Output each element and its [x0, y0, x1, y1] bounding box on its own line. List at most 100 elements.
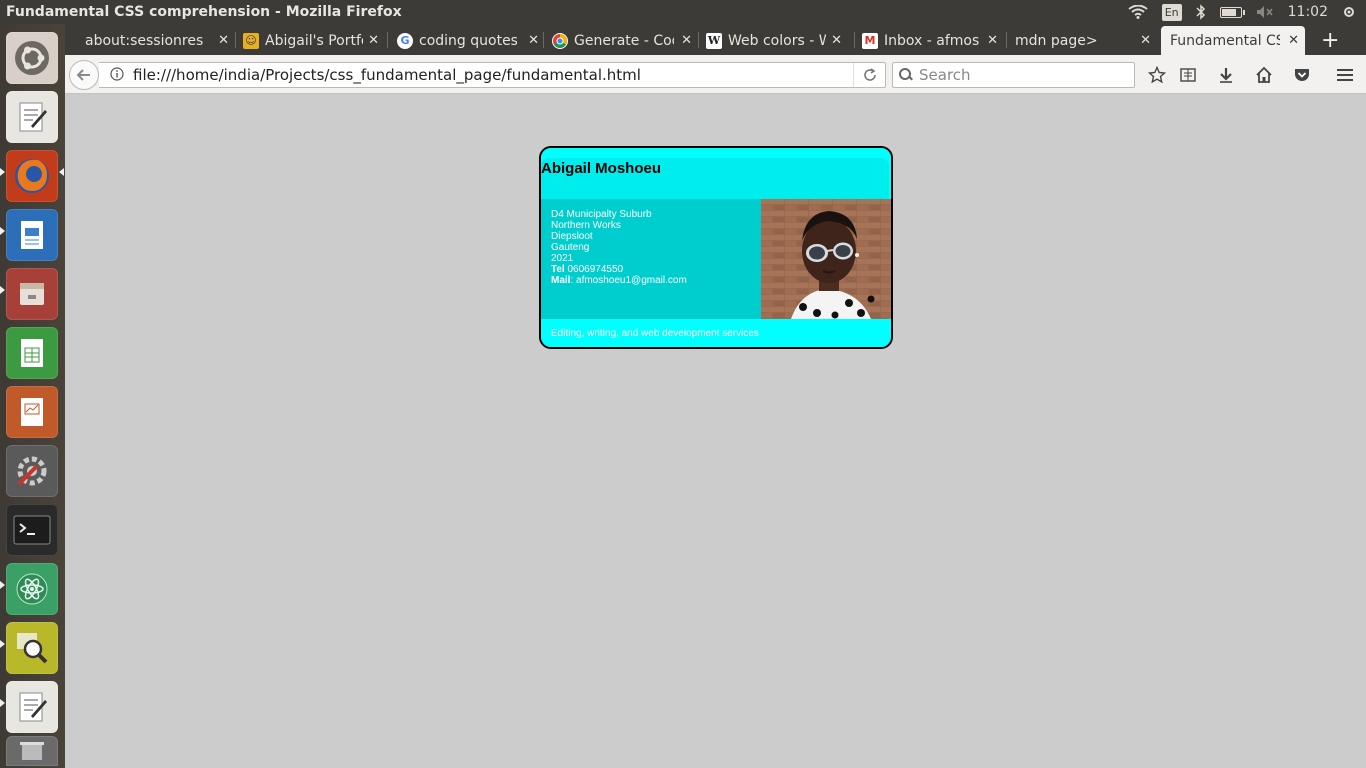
- top-panel: Fundamental CSS comprehension - Mozilla …: [0, 0, 1366, 24]
- close-icon[interactable]: ✕: [528, 33, 539, 48]
- address-line: Gauteng: [551, 242, 590, 253]
- file-manager-icon[interactable]: [6, 268, 58, 320]
- address-url: file:///home/india/Projects/css_fundamen…: [133, 66, 641, 84]
- running-indicator: [0, 581, 5, 589]
- trash-icon[interactable]: [6, 736, 58, 766]
- tab-title: Generate - Code: [574, 32, 674, 49]
- text-editor-icon[interactable]: [6, 681, 58, 733]
- bluetooth-icon[interactable]: [1196, 4, 1206, 20]
- battery-fill: [1221, 8, 1237, 16]
- running-indicator: [0, 227, 5, 235]
- wikipedia-icon: W: [706, 32, 722, 49]
- profile-photo: [761, 199, 891, 319]
- tab-inbox[interactable]: M Inbox - afmoshoeu ✕: [862, 26, 1004, 55]
- system-indicators: En 11:02: [1128, 0, 1356, 24]
- address-line: Diepsloot: [551, 231, 593, 242]
- mail-value: afmoshoeu1@gmail.com: [576, 275, 687, 286]
- mail-label: Mail: [551, 275, 571, 286]
- search-placeholder: Search: [919, 66, 971, 84]
- new-tab-button[interactable]: +: [1321, 28, 1339, 53]
- gear-icon[interactable]: [1342, 5, 1356, 19]
- back-button[interactable]: [69, 60, 99, 90]
- portfolio-icon: ☺: [243, 32, 259, 49]
- tab-generate-code[interactable]: Generate - Code ✕: [552, 26, 698, 55]
- tab-separator: [235, 32, 236, 48]
- tab-title: Inbox - afmoshoeu: [884, 32, 980, 49]
- libreoffice-calc-icon[interactable]: [6, 327, 58, 379]
- navigation-toolbar: file:///home/india/Projects/css_fundamen…: [65, 55, 1366, 94]
- close-icon[interactable]: ✕: [681, 33, 692, 48]
- window-title: Fundamental CSS comprehension - Mozilla …: [6, 4, 402, 20]
- address-bar[interactable]: file:///home/india/Projects/css_fundamen…: [99, 62, 886, 88]
- tab-portfolio[interactable]: ☺ Abigail's Portfolio ✕: [243, 26, 385, 55]
- bookmark-star-icon[interactable]: [1147, 65, 1167, 85]
- menu-icon[interactable]: [1335, 65, 1355, 85]
- tab-title: mdn page>: [1015, 32, 1098, 49]
- focused-indicator: [59, 168, 64, 176]
- pocket-icon[interactable]: [1292, 65, 1312, 85]
- tab-title: Fundamental CSS comprehension: [1170, 32, 1280, 49]
- tel-label: Tel: [551, 264, 565, 275]
- card-address: D4 Municipalty Suburb Northern Works Die…: [551, 209, 687, 286]
- tab-title: Abigail's Portfolio: [265, 32, 363, 49]
- card-name: Abigail Moshoeu: [541, 160, 661, 177]
- running-indicator: [0, 286, 5, 294]
- keyboard-layout-indicator[interactable]: En: [1161, 3, 1182, 21]
- firefox-icon[interactable]: [6, 150, 58, 202]
- reading-list-icon[interactable]: [1178, 65, 1198, 85]
- card-tagline: Editing, writing, and web development se…: [551, 328, 759, 339]
- reload-icon[interactable]: [853, 63, 885, 87]
- card-footer: Editing, writing, and web development se…: [541, 319, 891, 347]
- address-line: D4 Municipalty Suburb: [551, 209, 652, 220]
- tab-fundamental-css[interactable]: Fundamental CSS comprehension ✕: [1161, 26, 1305, 55]
- wifi-icon[interactable]: [1128, 5, 1148, 19]
- tab-bar: about:sessionrestore ✕ ☺ Abigail's Portf…: [65, 24, 1366, 55]
- google-icon: G: [397, 32, 413, 49]
- gmail-icon: M: [862, 32, 878, 49]
- close-icon[interactable]: ✕: [1288, 33, 1299, 48]
- running-indicator: [0, 168, 5, 176]
- close-icon[interactable]: ✕: [368, 33, 379, 48]
- close-icon[interactable]: ✕: [987, 33, 998, 48]
- terminal-icon[interactable]: [6, 504, 58, 556]
- volume-muted-icon[interactable]: [1256, 5, 1274, 19]
- atom-editor-icon[interactable]: [6, 563, 58, 615]
- card-header: Abigail Moshoeu: [541, 148, 891, 199]
- unity-launcher: [0, 24, 65, 768]
- tab-web-colors[interactable]: W Web colors - W ✕: [706, 26, 848, 55]
- libreoffice-impress-icon[interactable]: [6, 386, 58, 438]
- download-icon[interactable]: [1216, 65, 1236, 85]
- address-line: 2021: [551, 253, 574, 264]
- tel-line: Tel 0606974550: [551, 264, 687, 275]
- clock[interactable]: 11:02: [1288, 4, 1328, 20]
- business-card: Abigail Moshoeu D4 Municipalty Suburb No…: [539, 146, 893, 349]
- close-icon[interactable]: ✕: [831, 33, 842, 48]
- battery-icon[interactable]: [1219, 6, 1245, 18]
- card-body: D4 Municipalty Suburb Northern Works Die…: [541, 199, 891, 319]
- address-line: Northern Works: [551, 220, 621, 231]
- tab-session-restore[interactable]: about:sessionrestore ✕: [85, 26, 235, 55]
- tab-separator: [698, 32, 699, 48]
- tab-title: Web colors - W: [728, 32, 826, 49]
- tab-separator: [543, 32, 544, 48]
- info-icon[interactable]: [105, 66, 129, 84]
- tab-title: about:sessionrestore: [85, 32, 203, 49]
- tab-title: coding quotes: [419, 32, 517, 49]
- tab-separator: [387, 32, 388, 48]
- tab-mdn[interactable]: mdn page> ✕: [1015, 26, 1157, 55]
- running-indicator: [0, 640, 5, 648]
- close-icon[interactable]: ✕: [1140, 33, 1151, 48]
- close-icon[interactable]: ✕: [218, 33, 229, 48]
- search-tool-icon[interactable]: [6, 622, 58, 674]
- tab-separator: [854, 32, 855, 48]
- google-chrome-icon: [552, 32, 568, 49]
- mail-line: Mail: afmoshoeu1@gmail.com: [551, 275, 687, 286]
- running-indicator: [0, 699, 5, 707]
- home-icon[interactable]: [1254, 65, 1274, 85]
- search-input[interactable]: Search: [892, 62, 1135, 88]
- libreoffice-writer-icon[interactable]: [6, 209, 58, 261]
- text-editor-icon[interactable]: [6, 91, 58, 143]
- system-settings-icon[interactable]: [6, 445, 58, 497]
- tab-coding-quotes[interactable]: G coding quotes ✕: [397, 26, 545, 55]
- ubuntu-dash-icon[interactable]: [6, 32, 58, 84]
